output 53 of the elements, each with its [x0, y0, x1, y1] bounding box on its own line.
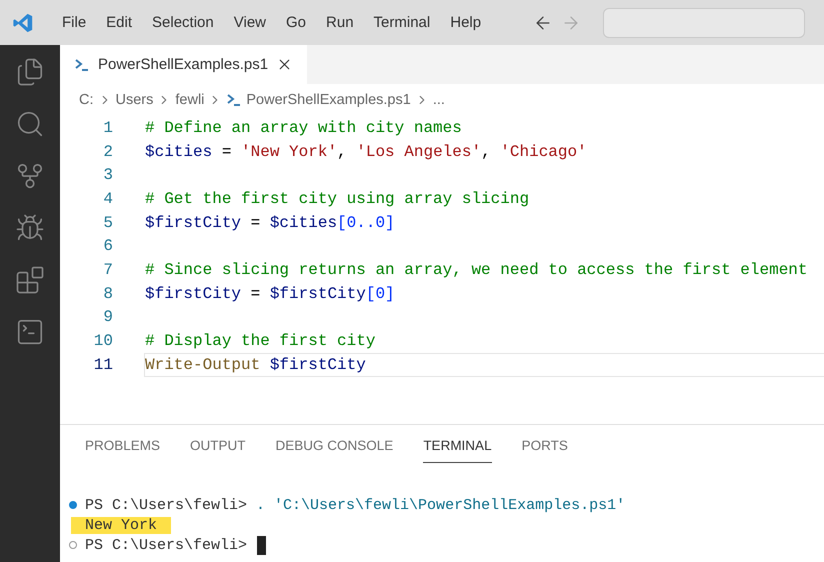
line-number: 7 [102, 260, 113, 279]
code-line: $cities = 'New York', 'Los Angeles', 'Chicago' [144, 142, 588, 163]
panel-tab[interactable]: PROBLEMS [85, 438, 160, 463]
panel-tab[interactable]: DEBUG CONSOLE [276, 438, 394, 463]
terminal-prompt: PS C:\Users\fewli> [85, 496, 248, 514]
menu-item[interactable]: Edit [96, 14, 142, 31]
breadcrumb-item[interactable]: fewli [175, 92, 204, 108]
tab-label: PowerShellExamples.ps1 [98, 56, 268, 73]
panel-tab[interactable]: TERMINAL [423, 438, 492, 463]
line-number: 11 [92, 356, 113, 374]
line-number: 3 [102, 166, 113, 184]
line-number: 6 [102, 237, 113, 256]
menu-item[interactable]: View [224, 14, 276, 31]
breadcrumb-item[interactable]: PowerShellExamples.ps1 [246, 92, 411, 108]
line-number: 4 [102, 190, 113, 208]
blocks-icon[interactable] [15, 265, 45, 295]
menu-item[interactable]: Terminal [364, 14, 440, 31]
breadcrumb-item[interactable]: ... [432, 92, 445, 108]
breadcrumb-item[interactable]: C: [79, 92, 94, 108]
code-line: $firstCity = $firstCity[0] [144, 284, 396, 305]
panel-tab[interactable]: OUTPUT [190, 438, 246, 463]
powershell-icon [74, 58, 90, 72]
line-number: 1 [102, 118, 113, 137]
panel-tab[interactable]: PORTS [522, 438, 568, 463]
logo-icon [12, 12, 34, 34]
code-line: Write-Output $firstCity [144, 352, 824, 377]
editor-tab[interactable]: PowerShellExamples.ps1 [60, 45, 308, 84]
files-icon[interactable] [15, 57, 45, 87]
code-line: # Define an array with city names [144, 118, 463, 139]
branch-icon[interactable] [15, 161, 45, 191]
code-line: # Display the first city [144, 331, 376, 352]
code-line: $firstCity = $cities[0..0] [144, 212, 396, 234]
terminal-command: . 'C:\Users\fewli\PowerShellExamples.ps1' [255, 496, 626, 514]
terminal-prompt: PS C:\Users\fewli> [85, 536, 248, 554]
code-line: # Since slicing returns an array, we need to access the first element [144, 260, 809, 281]
terminal-icon[interactable] [15, 317, 45, 347]
line-number: 10 [92, 332, 113, 350]
menu-item[interactable]: File [52, 14, 96, 31]
terminal-output: New York [71, 516, 172, 534]
search-field[interactable] [603, 8, 806, 38]
code-line: # Get the first city using array slicing [144, 188, 530, 210]
line-number: 5 [102, 214, 113, 232]
breadcrumb-item[interactable]: Users [116, 92, 154, 108]
bug-icon[interactable] [15, 213, 45, 243]
line-number: 9 [102, 308, 113, 326]
powershell-icon [226, 93, 242, 107]
line-number: 8 [102, 284, 113, 303]
line-number: 2 [102, 142, 113, 161]
menu-item[interactable]: Selection [142, 14, 224, 31]
search-icon[interactable] [15, 109, 45, 139]
menu-item[interactable]: Help [440, 14, 492, 31]
menu-item[interactable]: Go [276, 14, 316, 31]
menu-item[interactable]: Run [316, 14, 364, 31]
